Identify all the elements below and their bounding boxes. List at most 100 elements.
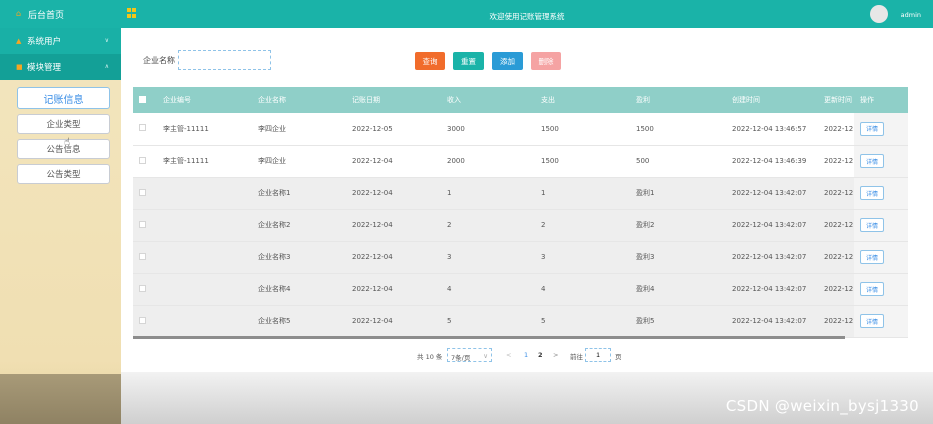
table-cell: 5 <box>447 317 452 325</box>
sidebar-item-notice-type[interactable]: 公告类型 <box>17 164 110 184</box>
table-header-row: 企业编号 企业名称 记账日期 收入 支出 盈利 创建时间 更新时间 操作 <box>133 87 908 113</box>
reset-button[interactable]: 重置 <box>453 52 484 70</box>
table-cell: 2022-12 <box>824 285 854 293</box>
table-cell: 2022-12-04 13:42:07 <box>732 189 807 197</box>
table-cell: 李主管-11111 <box>163 157 209 165</box>
table-cell <box>157 241 252 273</box>
table-cell: 3 <box>447 253 452 261</box>
table-cell: 2022-12-04 <box>352 253 393 261</box>
table-cell: 2022-12 <box>824 253 854 261</box>
row-checkbox[interactable] <box>139 124 146 132</box>
table-cell: 企业名称4 <box>258 285 291 293</box>
enterprise-name-input[interactable] <box>178 50 271 70</box>
sidebar-home[interactable]: ⌂ 后台首页 <box>0 0 121 28</box>
table-cell: 2022-12-04 13:42:07 <box>732 285 807 293</box>
table-cell: 2022-12-05 <box>352 124 393 133</box>
table-cell: 3 <box>541 253 546 261</box>
table-cell: 2022-12 <box>824 157 854 165</box>
table-cell: 1500 <box>541 157 559 165</box>
username[interactable]: admin <box>901 11 921 19</box>
goto-page-input[interactable] <box>585 348 611 362</box>
column-header[interactable]: 盈利 <box>630 87 726 113</box>
sidebar-group-label: 系统用户 <box>27 37 62 47</box>
column-header[interactable]: 收入 <box>441 87 535 113</box>
watermark: CSDN @weixin_bysj1330 <box>725 397 919 415</box>
column-header[interactable]: 企业名称 <box>252 87 346 113</box>
column-header[interactable]: 企业编号 <box>157 87 252 113</box>
page-number-1[interactable]: 1 <box>524 351 528 359</box>
detail-button[interactable]: 详情 <box>860 314 884 328</box>
pagination-total: 共 10 条 <box>417 353 443 361</box>
next-page-button[interactable]: > <box>553 351 558 359</box>
table-row: 企业名称2 2022-12-04 2 2 盈利2 2022-12-04 13:42:07 2… <box>133 209 908 241</box>
sidebar: ⌂ 后台首页 ▲ 系统用户 ∨ ■ 模块管理 ∧ 记账信息 企业类型 公告信息 … <box>0 0 121 424</box>
sidebar-item-label: 公告类型 <box>46 170 81 180</box>
table-cell: 企业名称3 <box>258 253 291 261</box>
table-cell <box>157 305 252 337</box>
ops-cell: 详情 <box>854 273 908 305</box>
row-checkbox[interactable] <box>139 156 146 164</box>
horizontal-scrollbar[interactable] <box>133 336 845 339</box>
column-header[interactable]: 创建时间 <box>726 87 818 113</box>
column-header[interactable]: 记账日期 <box>346 87 441 113</box>
table-cell: 李主管-11111 <box>163 124 209 133</box>
row-checkbox[interactable] <box>139 252 146 260</box>
sidebar-item-enterprise-type[interactable]: 企业类型 <box>17 114 110 134</box>
data-table: 企业编号 企业名称 记账日期 收入 支出 盈利 创建时间 更新时间 操作 李主管… <box>133 87 908 342</box>
detail-button[interactable]: 详情 <box>860 250 884 264</box>
avatar[interactable] <box>870 5 888 23</box>
detail-button[interactable]: 详情 <box>860 186 884 200</box>
table-cell: 2022-12-04 <box>352 317 393 325</box>
sidebar-group-system-users[interactable]: ▲ 系统用户 ∨ <box>0 28 121 54</box>
select-all-checkbox[interactable] <box>139 95 146 103</box>
row-checkbox[interactable] <box>139 316 146 324</box>
detail-button[interactable]: 详情 <box>860 218 884 232</box>
sidebar-item-accounting-info[interactable]: 记账信息 <box>17 87 110 109</box>
column-header: 操作 <box>860 96 874 104</box>
column-header[interactable]: 支出 <box>535 87 630 113</box>
table-cell: 2000 <box>447 157 465 165</box>
table-cell: 企业名称2 <box>258 221 291 229</box>
top-header: 欢迎使用记账管理系统 admin <box>121 0 933 28</box>
row-checkbox[interactable] <box>139 220 146 228</box>
table-cell: 4 <box>541 285 546 293</box>
detail-button[interactable]: 详情 <box>860 121 884 136</box>
query-button[interactable]: 查询 <box>415 52 445 70</box>
prev-page-button[interactable]: < <box>506 351 511 359</box>
user-icon: ▲ <box>16 36 22 45</box>
chevron-down-icon: ∨ <box>483 352 488 360</box>
sidebar-item-label: 记账信息 <box>43 94 84 106</box>
pagination: 共 10 条 7条/页 ∨ < 1 2 > 前往 页 <box>417 348 647 362</box>
table-cell: 企业名称1 <box>258 189 291 197</box>
add-button[interactable]: 添加 <box>492 52 523 70</box>
table-cell: 2022-12-04 13:46:39 <box>732 157 807 165</box>
table-row: 李主管-11111 李四企业 2022-12-05 3000 1500 1500 2022-… <box>133 113 908 145</box>
delete-button[interactable]: 删除 <box>531 52 561 70</box>
table-cell: 2 <box>447 221 452 229</box>
table-cell: 2022-12 <box>824 221 854 229</box>
table-cell: 盈利1 <box>636 189 655 197</box>
sidebar-group-module-management[interactable]: ■ 模块管理 ∧ <box>0 54 121 80</box>
row-checkbox[interactable] <box>139 188 146 196</box>
page-number-2[interactable]: 2 <box>538 351 543 359</box>
column-header[interactable]: 更新时间 <box>818 87 854 113</box>
table-cell: 1 <box>447 189 452 197</box>
table-cell: 500 <box>636 157 650 165</box>
row-checkbox[interactable] <box>139 284 146 292</box>
table-cell: 2 <box>541 221 546 229</box>
main-content: 企业名称 查询 重置 添加 删除 企业编号 企业名称 记账日期 收入 支出 盈利 <box>121 28 933 424</box>
sidebar-bottom-shade <box>0 374 121 424</box>
page-title: 欢迎使用记账管理系统 <box>489 12 565 21</box>
table-cell: 李四企业 <box>258 157 286 165</box>
hand-cursor-icon: ☝ <box>64 137 71 148</box>
table-cell <box>157 273 252 305</box>
table-cell <box>157 209 252 241</box>
table-cell: 5 <box>541 317 546 325</box>
page-size-select[interactable]: 7条/页 ∨ <box>447 348 492 362</box>
detail-button[interactable]: 详情 <box>860 154 884 168</box>
table-cell: 2022-12 <box>824 124 854 133</box>
ops-cell: 详情 <box>854 209 908 241</box>
table-cell <box>157 177 252 209</box>
table-cell: 企业名称5 <box>258 317 291 325</box>
detail-button[interactable]: 详情 <box>860 282 884 296</box>
